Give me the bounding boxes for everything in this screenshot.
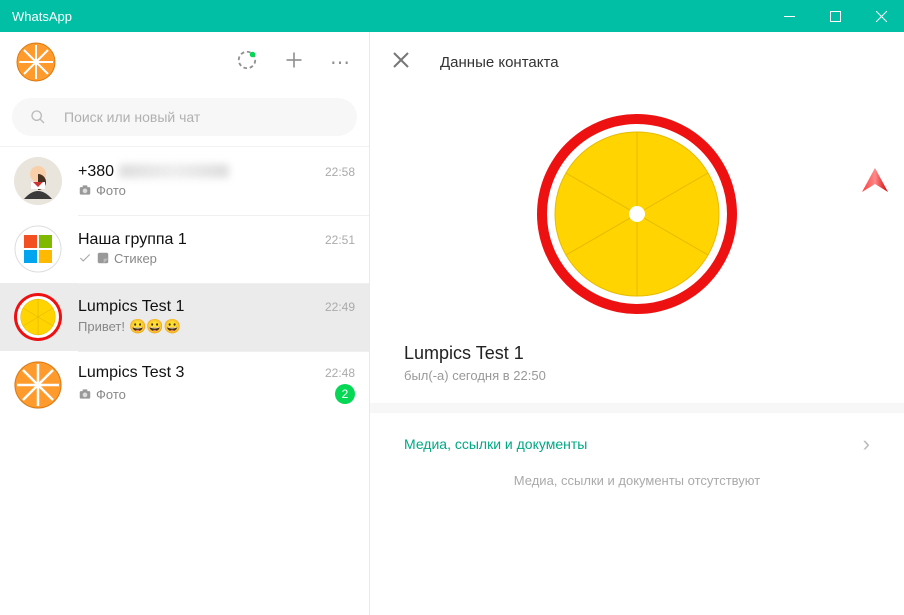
chat-name: +380	[78, 163, 229, 181]
media-empty-text: Медиа, ссылки и документы отсутствуют	[404, 473, 870, 488]
media-label: Медиа, ссылки и документы	[404, 436, 587, 452]
chat-preview: Стикер	[78, 251, 157, 266]
left-pane: ⋯ +380 22:58	[0, 32, 370, 615]
camera-icon	[78, 183, 92, 197]
chat-list[interactable]: +380 22:58 Фото	[0, 147, 369, 615]
status-icon[interactable]	[236, 49, 258, 76]
window-minimize-button[interactable]	[766, 0, 812, 32]
camera-icon	[78, 387, 92, 401]
chat-avatar	[14, 361, 62, 409]
redacted-number	[119, 164, 229, 178]
app-window: WhatsApp	[0, 0, 904, 615]
chat-time: 22:48	[325, 366, 355, 380]
chat-name: Lumpics Test 1	[78, 298, 184, 316]
chat-item-active[interactable]: Lumpics Test 1 22:49 Привет! 😀😀😀	[0, 283, 369, 351]
chat-time: 22:58	[325, 165, 355, 179]
sticker-icon	[96, 251, 110, 265]
chat-preview: Фото	[78, 183, 126, 198]
window-close-button[interactable]	[858, 0, 904, 32]
media-links-docs-header[interactable]: Медиа, ссылки и документы ›	[404, 431, 870, 457]
chat-avatar	[14, 293, 62, 341]
media-links-docs-section: Медиа, ссылки и документы › Медиа, ссылк…	[370, 413, 904, 506]
chat-item[interactable]: Наша группа 1 22:51 Стикер	[0, 215, 369, 283]
contact-profile-block: Lumpics Test 1 был(-а) сегодня в 22:50	[370, 92, 904, 413]
search-icon	[30, 109, 46, 125]
chat-time: 22:51	[325, 233, 355, 247]
contact-info-title: Данные контакта	[440, 54, 559, 71]
chat-avatar	[14, 225, 62, 273]
app-title: WhatsApp	[12, 9, 72, 24]
new-chat-icon[interactable]	[284, 50, 304, 75]
search-input[interactable]	[64, 109, 339, 125]
titlebar: WhatsApp	[0, 0, 904, 32]
close-icon[interactable]	[392, 51, 410, 74]
contact-info-header: Данные контакта	[370, 32, 904, 92]
own-avatar[interactable]	[16, 42, 56, 82]
left-pane-header: ⋯	[0, 32, 369, 92]
chat-name: Наша группа 1	[78, 231, 187, 249]
chat-avatar	[14, 157, 62, 205]
chat-item[interactable]: +380 22:58 Фото	[0, 147, 369, 215]
chat-name: Lumpics Test 3	[78, 364, 184, 382]
contact-info-panel: Данные контакта Lumpics Test 1 был(-а) с…	[370, 32, 904, 615]
menu-icon[interactable]: ⋯	[330, 50, 353, 75]
chat-preview: Фото	[78, 387, 126, 402]
unread-badge: 2	[335, 384, 355, 404]
chat-item[interactable]: Lumpics Test 3 22:48 Фото 2	[0, 351, 369, 419]
contact-name: Lumpics Test 1	[404, 343, 524, 364]
check-icon	[78, 251, 92, 265]
emoji-icon: 😀😀😀	[129, 318, 181, 335]
chevron-right-icon: ›	[863, 431, 870, 457]
chat-preview: Привет! 😀😀😀	[78, 318, 181, 335]
window-maximize-button[interactable]	[812, 0, 858, 32]
contact-photo[interactable]	[537, 114, 737, 319]
search-box[interactable]	[12, 98, 357, 136]
contact-last-seen: был(-а) сегодня в 22:50	[404, 368, 546, 383]
chat-time: 22:49	[325, 300, 355, 314]
